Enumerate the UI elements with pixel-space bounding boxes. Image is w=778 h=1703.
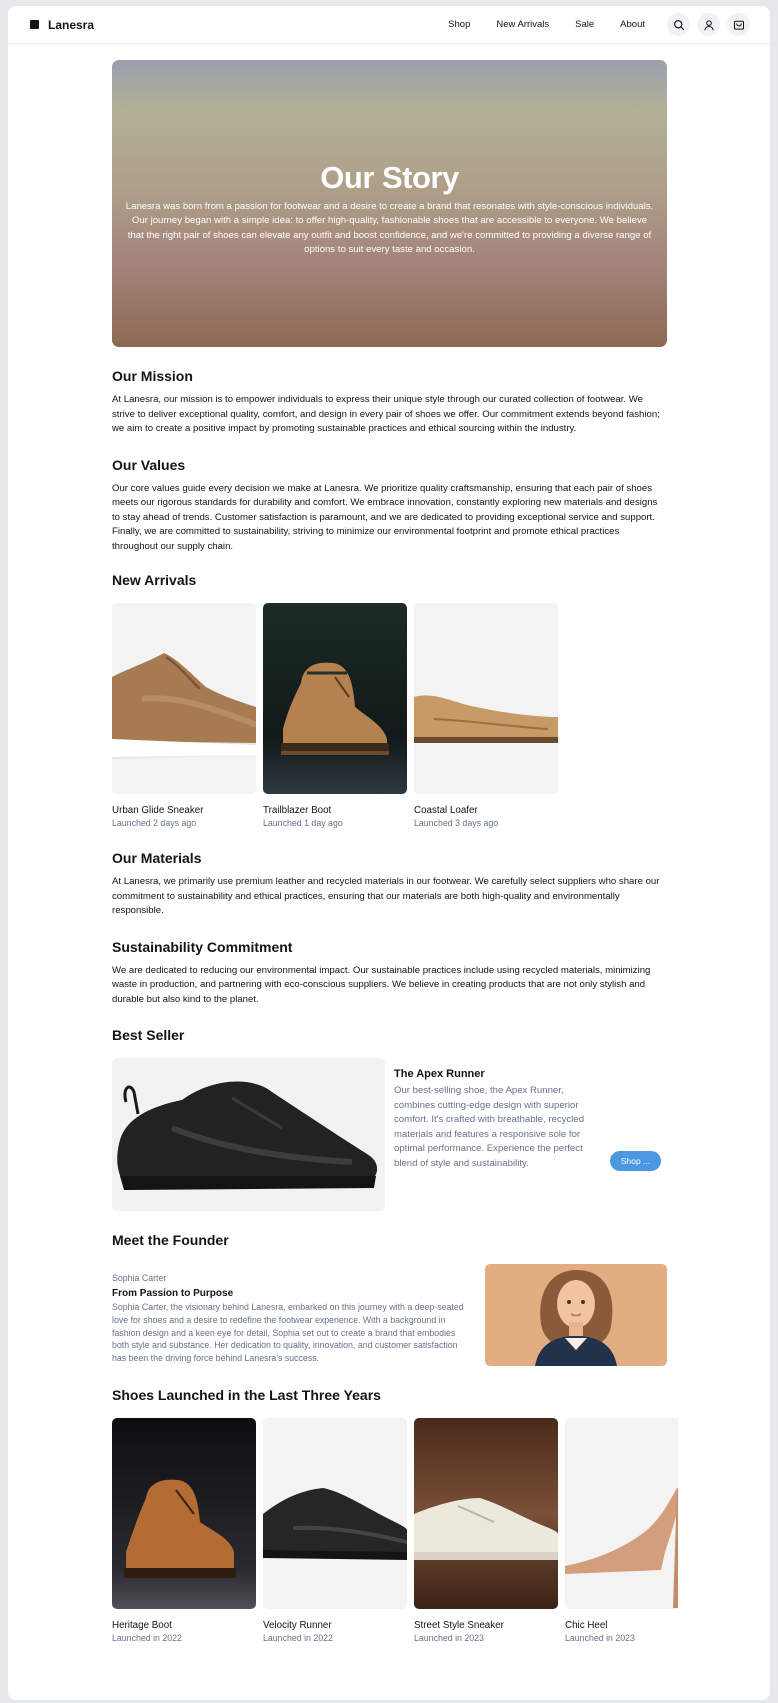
chic-heel-image bbox=[565, 1418, 678, 1609]
founder-text-block: Sophia Carter From Passion to Purpose So… bbox=[112, 1264, 467, 1366]
section-title: New Arrivals bbox=[112, 572, 197, 588]
product-launch-date: Launched in 2023 bbox=[414, 1633, 484, 1643]
header-actions bbox=[667, 13, 750, 36]
product-card[interactable]: Urban Glide Sneaker Launched 2 days ago bbox=[112, 603, 256, 828]
product-description: Our best-selling shoe, the Apex Runner, … bbox=[394, 1085, 585, 1169]
cart-icon bbox=[733, 20, 744, 30]
velocity-runner-image bbox=[263, 1418, 407, 1609]
best-seller-card: The Apex Runner Our best-selling shoe, t… bbox=[112, 1058, 667, 1211]
section-title: Our Mission bbox=[112, 368, 193, 384]
hero-banner: Our Story Lanesra was born from a passio… bbox=[112, 60, 667, 347]
product-name: Chic Heel bbox=[565, 1620, 608, 1631]
product-launch-date: Launched 2 days ago bbox=[112, 818, 197, 828]
founder-portrait bbox=[485, 1264, 667, 1366]
product-name: Heritage Boot bbox=[112, 1620, 172, 1631]
section-title: Best Seller bbox=[112, 1027, 185, 1043]
cart-button[interactable] bbox=[727, 13, 750, 36]
product-name: Urban Glide Sneaker bbox=[112, 805, 204, 816]
product-card[interactable]: Chic Heel Launched in 2023 bbox=[565, 1418, 678, 1643]
search-button[interactable] bbox=[667, 13, 690, 36]
product-name: Street Style Sneaker bbox=[414, 1620, 504, 1631]
street-sneaker-image bbox=[414, 1418, 558, 1609]
section-title: Sustainability Commitment bbox=[112, 938, 293, 955]
brand[interactable]: Lanesra bbox=[30, 18, 94, 32]
brand-name: Lanesra bbox=[48, 17, 95, 32]
best-seller-section: Best Seller The Apex Runner Our best-sel… bbox=[112, 1027, 667, 1211]
values-section: Our Values Our core values guide every d… bbox=[112, 457, 667, 555]
main-nav: Shop New Arrivals Sale About bbox=[448, 19, 645, 30]
product-name: The Apex Runner bbox=[394, 1068, 485, 1080]
product-launch-date: Launched in 2022 bbox=[112, 1633, 182, 1643]
values-text: Our core values guide every decision we … bbox=[112, 482, 658, 552]
site-header: Lanesra Shop New Arrivals Sale About bbox=[8, 6, 770, 44]
mission-section: Our Mission At Lanesra, our mission is t… bbox=[112, 368, 667, 437]
runner-image bbox=[112, 1058, 385, 1211]
founder-description: Sophia Carter, the visionary behind Lane… bbox=[112, 1302, 464, 1364]
loafer-image bbox=[414, 603, 558, 794]
nav-new-arrivals[interactable]: New Arrivals bbox=[496, 19, 549, 30]
product-launch-date: Launched in 2022 bbox=[263, 1633, 333, 1643]
founder-subtitle: From Passion to Purpose bbox=[112, 1288, 234, 1299]
sustainability-text: We are dedicated to reducing our environ… bbox=[112, 964, 651, 1005]
search-icon bbox=[673, 19, 684, 30]
founder-name: Sophia Carter bbox=[112, 1273, 167, 1283]
product-name: Coastal Loafer bbox=[414, 805, 478, 816]
logo-icon bbox=[30, 20, 39, 29]
browser-window: Lanesra Shop New Arrivals Sale About Our… bbox=[8, 6, 770, 1700]
product-launch-date: Launched 1 day ago bbox=[263, 818, 343, 828]
product-card[interactable]: Trailblazer Boot Launched 1 day ago bbox=[263, 603, 407, 828]
product-name: Trailblazer Boot bbox=[263, 805, 332, 816]
section-title: Our Values bbox=[112, 456, 186, 473]
best-seller-info: The Apex Runner Our best-selling shoe, t… bbox=[394, 1058, 601, 1211]
materials-text: At Lanesra, we primarily use premium lea… bbox=[112, 876, 660, 916]
nav-sale[interactable]: Sale bbox=[575, 19, 594, 30]
product-card[interactable]: Heritage Boot Launched in 2022 bbox=[112, 1418, 256, 1643]
hero-title: Our Story bbox=[320, 159, 459, 195]
product-name: Velocity Runner bbox=[263, 1620, 332, 1631]
launched-list: Heritage Boot Launched in 2022 Velocity … bbox=[112, 1418, 678, 1643]
mission-text: At Lanesra, our mission is to empower in… bbox=[112, 394, 660, 434]
founder-card: Sophia Carter From Passion to Purpose So… bbox=[112, 1264, 667, 1366]
product-card[interactable]: Velocity Runner Launched in 2022 bbox=[263, 1418, 407, 1643]
product-card[interactable]: Street Style Sneaker Launched in 2023 bbox=[414, 1418, 558, 1643]
section-title: Our Materials bbox=[112, 850, 202, 866]
hero-text: Lanesra was born from a passion for foot… bbox=[125, 200, 654, 256]
shop-button[interactable]: Shop ... bbox=[610, 1151, 661, 1171]
product-launch-date: Launched 3 days ago bbox=[414, 818, 499, 828]
main-content: Our Story Lanesra was born from a passio… bbox=[112, 60, 678, 1643]
sneaker-image bbox=[112, 603, 256, 794]
sustainability-section: Sustainability Commitment We are dedicat… bbox=[112, 939, 667, 1008]
product-launch-date: Launched in 2023 bbox=[565, 1633, 635, 1643]
account-button[interactable] bbox=[697, 13, 720, 36]
boot-image bbox=[263, 603, 407, 794]
nav-about[interactable]: About bbox=[620, 19, 645, 30]
founder-section: Meet the Founder Sophia Carter From Pass… bbox=[112, 1232, 667, 1366]
materials-section: Our Materials At Lanesra, we primarily u… bbox=[112, 850, 667, 919]
new-arrivals-section: New Arrivals Urban Glide Sneaker Launche… bbox=[112, 572, 667, 828]
heritage-boot-image bbox=[112, 1418, 256, 1609]
new-arrivals-list: Urban Glide Sneaker Launched 2 days ago bbox=[112, 603, 667, 828]
nav-shop[interactable]: Shop bbox=[448, 19, 470, 30]
product-card[interactable]: Coastal Loafer Launched 3 days ago bbox=[414, 603, 558, 828]
launched-section: Shoes Launched in the Last Three Years H… bbox=[112, 1387, 678, 1643]
user-icon bbox=[703, 19, 714, 30]
section-title: Meet the Founder bbox=[112, 1232, 229, 1248]
section-title: Shoes Launched in the Last Three Years bbox=[112, 1387, 381, 1403]
